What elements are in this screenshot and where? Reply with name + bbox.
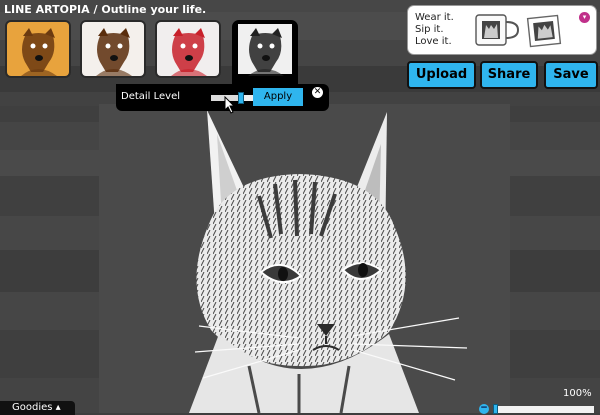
merch-promo[interactable]: Wear it. Sip it. Love it. ▾ [407, 5, 597, 55]
chevron-down-icon[interactable]: ▾ [579, 12, 590, 23]
zoom-level-label: 100% [563, 388, 592, 399]
zoom-slider[interactable] [493, 404, 594, 414]
promo-line-2: Sip it. [415, 24, 444, 35]
app-title: LINE ARTOPIA / Outline your life. [4, 3, 207, 16]
thumb-sepia-dog[interactable] [5, 20, 71, 78]
promo-line-1: Wear it. [415, 12, 454, 23]
thumb-brown-dog[interactable] [80, 20, 146, 78]
cat-artwork [99, 104, 510, 413]
share-button[interactable]: Share [480, 61, 538, 89]
detail-level-panel: Detail Level Apply ✕ [116, 84, 329, 111]
image-canvas[interactable] [99, 104, 510, 413]
mouse-cursor-icon [224, 96, 236, 114]
dog-thumbnail-image [82, 22, 144, 76]
promo-line-3: Love it. [415, 36, 452, 47]
slider-handle[interactable] [238, 92, 245, 104]
dog-thumbnail-image [7, 22, 69, 76]
save-button[interactable]: Save [544, 61, 598, 89]
thumb-red-dog[interactable] [155, 20, 221, 78]
mug-icon [475, 14, 520, 46]
detail-level-label: Detail Level [121, 91, 181, 102]
apply-button[interactable]: Apply [253, 88, 303, 106]
upload-button[interactable]: Upload [407, 61, 476, 89]
thumb-bw-dog[interactable] [232, 20, 298, 86]
promo-text: Wear it. Sip it. Love it. [415, 12, 454, 48]
print-icon [526, 14, 562, 48]
dog-thumbnail-image [238, 24, 292, 76]
close-icon[interactable]: ✕ [312, 87, 323, 98]
dog-thumbnail-image [157, 22, 219, 76]
